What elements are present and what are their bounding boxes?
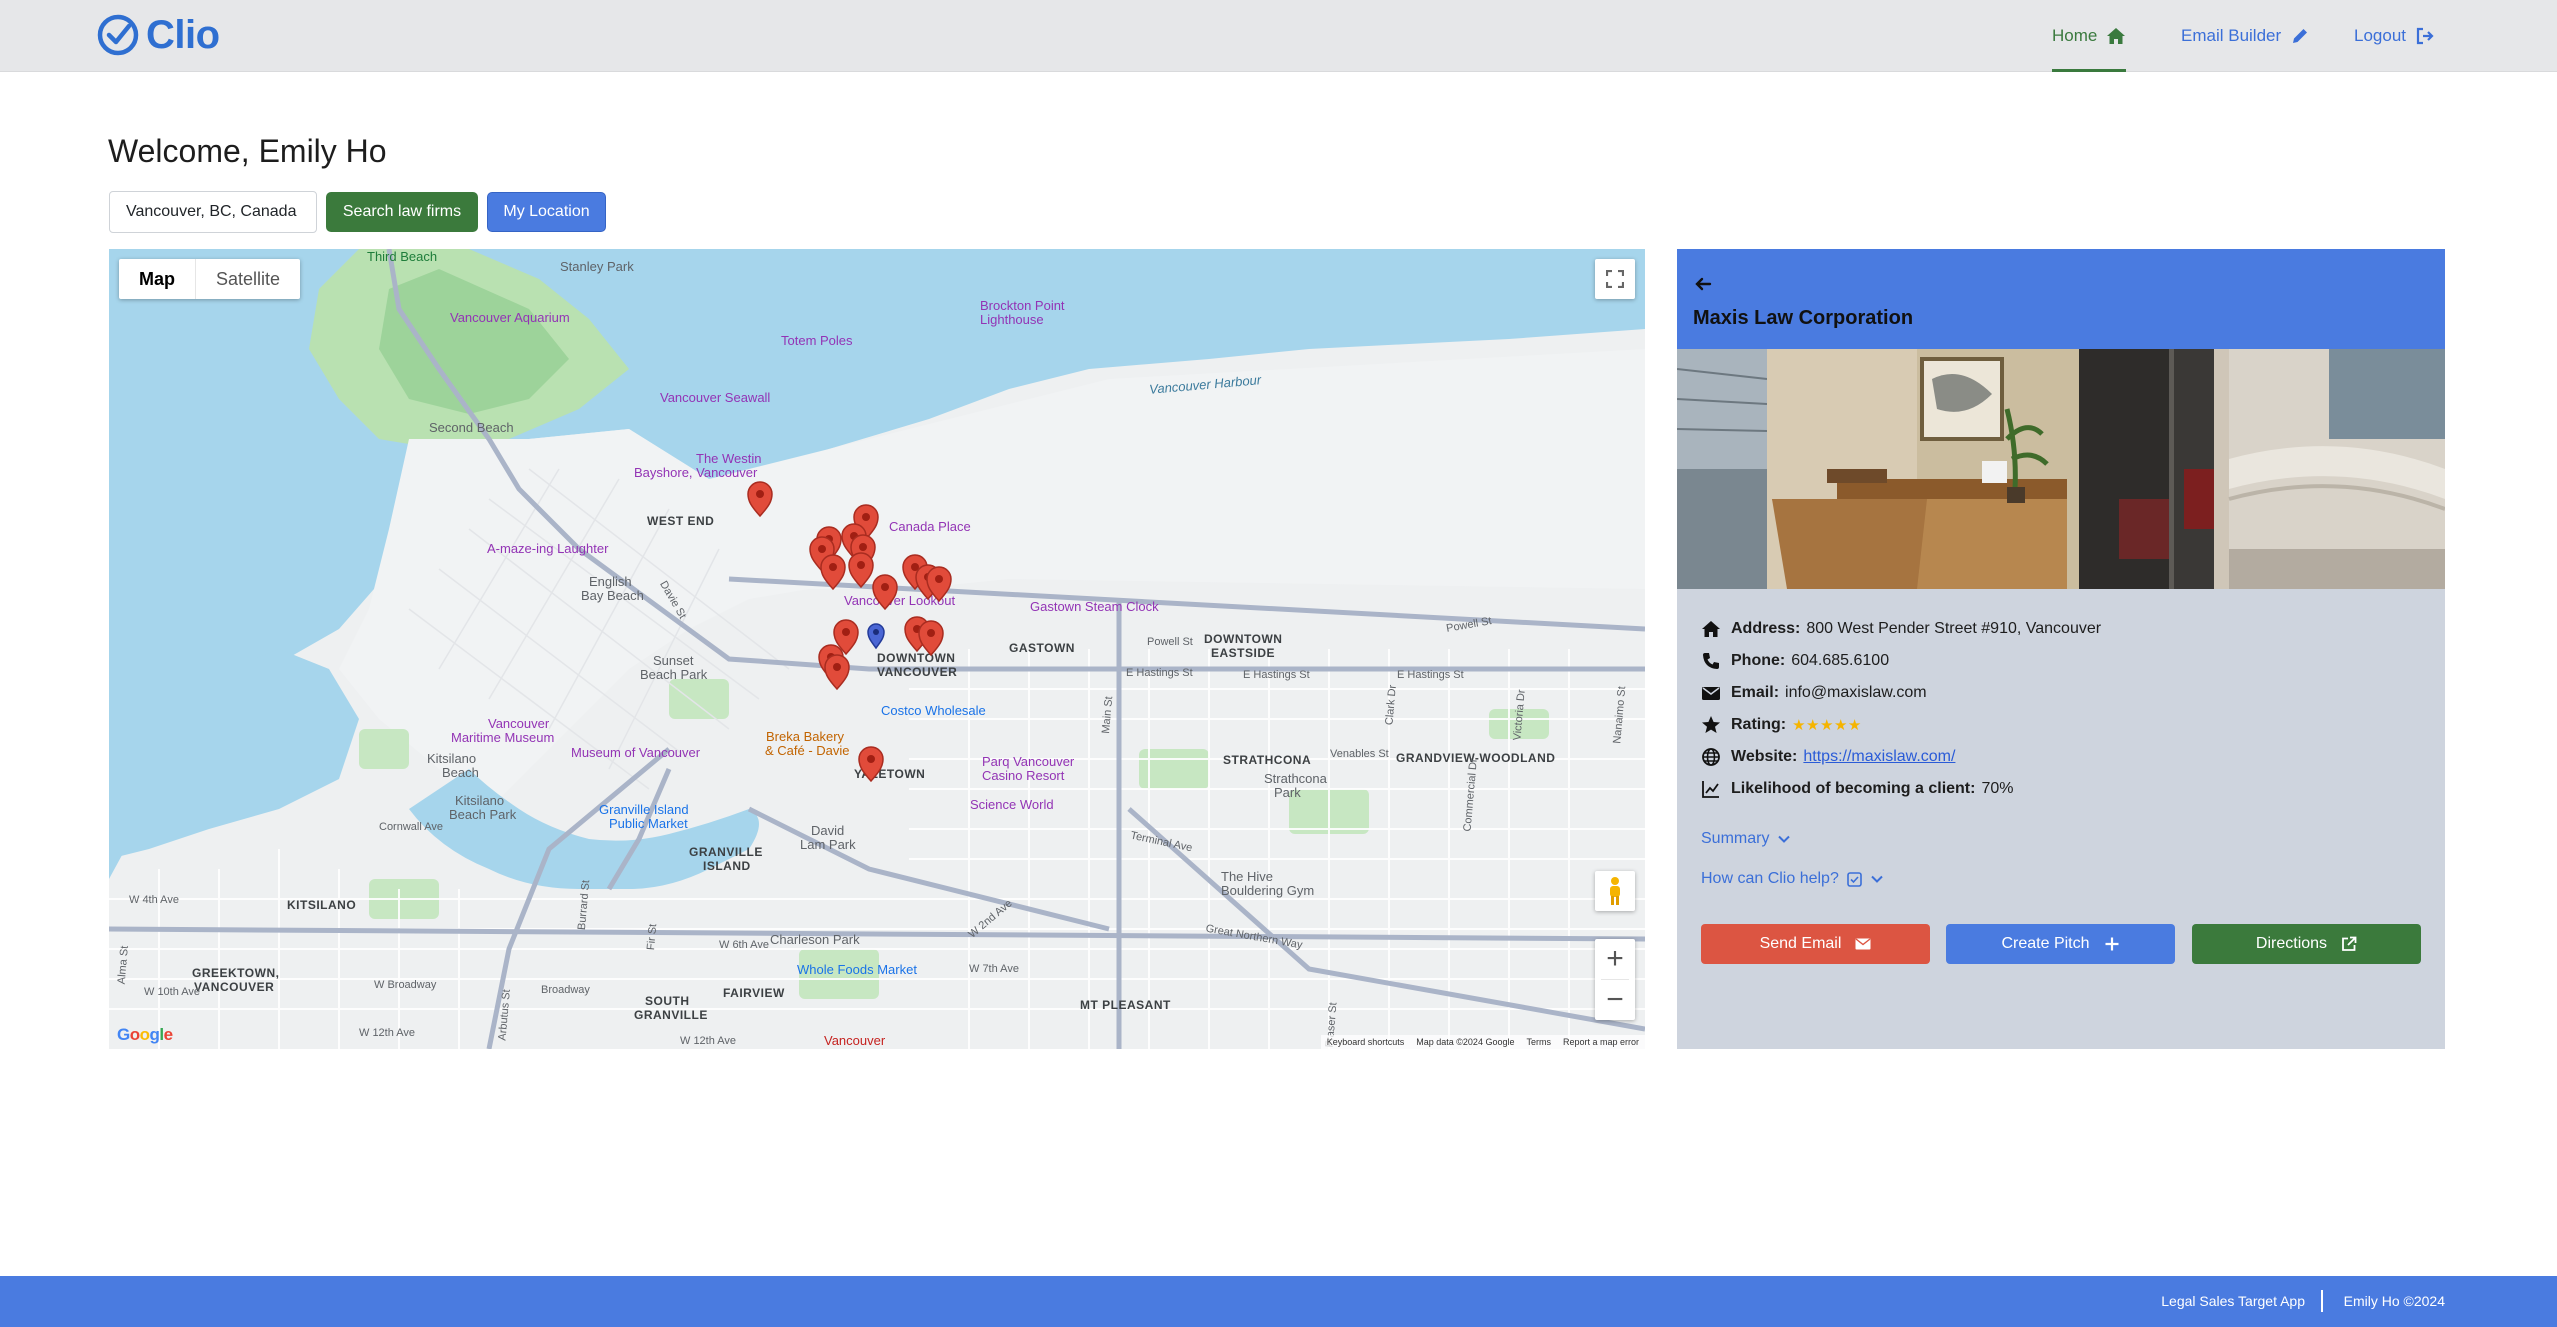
location-search-input[interactable] (109, 191, 317, 233)
law-firm-marker[interactable] (824, 654, 850, 690)
footer-divider (2321, 1290, 2323, 1312)
firm-photo-reception[interactable] (1677, 349, 2079, 589)
website-label: Website: (1731, 748, 1798, 765)
map-data-text: Map data ©2024 Google (1416, 1037, 1515, 1047)
map-view[interactable]: Third Beach Stanley Park Vancouver Aquar… (109, 249, 1645, 1049)
chevron-down-icon (1871, 875, 1883, 883)
create-pitch-label: Create Pitch (2001, 935, 2090, 952)
fullscreen-icon (1606, 270, 1624, 288)
map-type-satellite[interactable]: Satellite (196, 259, 300, 299)
law-firm-marker[interactable] (872, 574, 898, 610)
law-firm-marker[interactable] (848, 552, 874, 588)
top-navbar: Clio Home Email Builder Logout (0, 0, 2557, 72)
law-firm-marker[interactable] (918, 620, 944, 656)
google-logo: Google (117, 1025, 173, 1044)
footer-app-name: Legal Sales Target App (2161, 1293, 2305, 1309)
email-label: Email: (1731, 684, 1780, 701)
map-type-toggle: Map Satellite (119, 259, 301, 299)
firm-website-link[interactable]: https://maxislaw.com/ (1803, 748, 1955, 766)
envelope-icon (1855, 938, 1871, 950)
firm-phone-row: Phone: 604.685.6100 (1701, 645, 2101, 677)
line-chart-icon (1702, 781, 1719, 798)
directions-button[interactable]: Directions (2192, 924, 2421, 964)
envelope-icon (1702, 687, 1720, 700)
law-firm-markers[interactable] (109, 249, 1645, 1049)
send-email-button[interactable]: Send Email (1701, 924, 1930, 964)
chevron-down-icon (1778, 835, 1791, 843)
search-law-firms-button[interactable]: Search law firms (326, 192, 478, 232)
firm-address-row: Address: 800 West Pender Street #910, Va… (1701, 613, 2101, 645)
firm-phone: 604.685.6100 (1791, 652, 1890, 669)
brand-name: Clio (146, 12, 220, 57)
zoom-out-button[interactable]: − (1595, 980, 1635, 1020)
my-location-button[interactable]: My Location (487, 192, 606, 232)
nav-logout[interactable]: Logout (2354, 0, 2435, 72)
welcome-heading: Welcome, Emily Ho (108, 133, 387, 169)
clio-help-label: How can Clio help? (1701, 870, 1839, 887)
law-firm-marker[interactable] (820, 554, 846, 590)
nav-email-builder-label: Email Builder (2181, 26, 2282, 45)
phone-icon (1703, 653, 1719, 669)
firm-email: info@maxislaw.com (1785, 684, 1927, 701)
clio-help-toggle[interactable]: How can Clio help? (1701, 870, 1884, 888)
globe-icon (1702, 748, 1720, 766)
send-email-label: Send Email (1759, 935, 1842, 952)
street-view-pegman[interactable] (1595, 871, 1635, 911)
pegman-icon (1610, 877, 1620, 905)
firm-likelihood: 70% (1981, 780, 2014, 797)
zoom-controls: + − (1595, 939, 1635, 1020)
external-link-icon (2342, 936, 2357, 951)
nav-logout-label: Logout (2354, 26, 2406, 45)
firm-photos (1677, 349, 2445, 589)
map-attribution: Keyboard shortcuts Map data ©2024 Google… (1320, 1035, 1645, 1049)
law-firm-marker[interactable] (747, 481, 773, 517)
law-firm-marker[interactable] (858, 746, 884, 782)
panel-header: Maxis Law Corporation (1677, 249, 2445, 349)
logout-icon (2416, 27, 2434, 45)
firm-name: Maxis Law Corporation (1693, 307, 1914, 329)
home-icon (2107, 28, 2126, 44)
summary-label: Summary (1701, 830, 1770, 847)
check-square-icon (1847, 871, 1862, 887)
keyboard-shortcuts-link[interactable]: Keyboard shortcuts (1327, 1037, 1405, 1047)
address-label: Address: (1731, 620, 1801, 637)
rating-label: Rating: (1731, 716, 1787, 733)
firm-address: 800 West Pender Street #910, Vancouver (1806, 620, 2102, 637)
directions-label: Directions (2255, 935, 2328, 952)
plus-icon (2105, 937, 2119, 951)
nav-email-builder[interactable]: Email Builder (2181, 0, 2310, 72)
pencil-icon (2293, 29, 2308, 43)
nav-home[interactable]: Home (2052, 0, 2127, 72)
firm-website-row: Website: https://maxislaw.com/ (1701, 741, 2101, 773)
back-arrow-icon[interactable] (1693, 274, 1713, 294)
star-icon (1702, 716, 1720, 733)
report-error-link[interactable]: Report a map error (1563, 1037, 1639, 1047)
firm-email-row: Email: info@maxislaw.com (1701, 677, 2101, 709)
firm-likelihood-row: Likelihood of becoming a client: 70% (1701, 773, 2101, 805)
firm-rating-stars: ★★★★★ (1792, 717, 1862, 734)
footer-copyright: Emily Ho ©2024 (2343, 1293, 2445, 1309)
firm-photo-office[interactable] (2079, 349, 2445, 589)
fullscreen-button[interactable] (1595, 259, 1635, 299)
brand-logo[interactable]: Clio (96, 11, 220, 59)
clio-check-icon (97, 14, 139, 56)
current-location-marker[interactable] (867, 623, 885, 649)
terms-link[interactable]: Terms (1526, 1037, 1551, 1047)
nav-home-label: Home (2052, 26, 2098, 45)
map-type-map[interactable]: Map (119, 259, 196, 299)
likelihood-label: Likelihood of becoming a client: (1731, 780, 1976, 797)
phone-label: Phone: (1731, 652, 1786, 669)
create-pitch-button[interactable]: Create Pitch (1946, 924, 2175, 964)
house-icon (1702, 621, 1720, 637)
firm-rating-row: Rating: ★★★★★ (1701, 709, 2101, 741)
firm-info-list: Address: 800 West Pender Street #910, Va… (1701, 613, 2101, 805)
page-footer: Legal Sales Target App Emily Ho ©2024 (0, 1276, 2557, 1327)
summary-toggle[interactable]: Summary (1701, 830, 1791, 848)
zoom-in-button[interactable]: + (1595, 939, 1635, 979)
law-firm-detail-panel: Maxis Law Corporation Address: 800 West … (1677, 249, 2445, 1049)
